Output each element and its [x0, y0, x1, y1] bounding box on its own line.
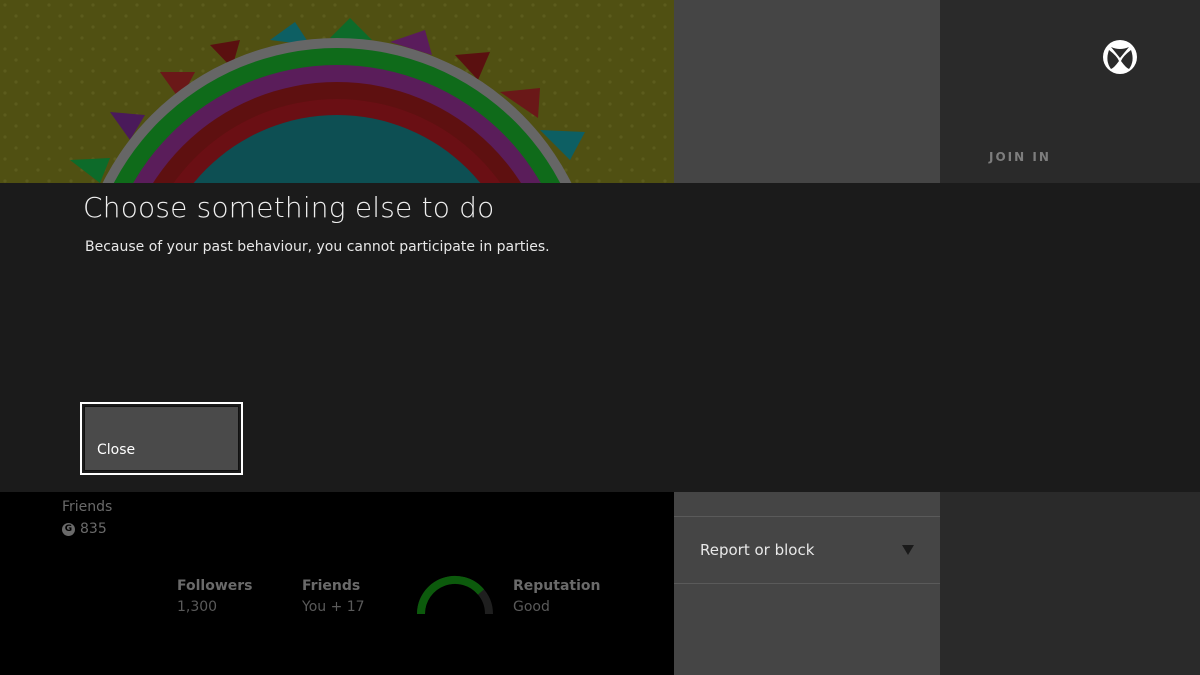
followers-value: 1,300 — [177, 599, 218, 615]
reputation-gauge — [416, 575, 493, 615]
triangle-down-icon — [902, 545, 914, 555]
rainbow-art — [0, 0, 674, 183]
reputation-value: Good — [513, 599, 550, 615]
friends-stat: Friends You + 17 — [302, 578, 365, 615]
gamerscore-icon: G — [62, 522, 75, 536]
followers-label: Followers — [177, 578, 253, 594]
reputation-label: Reputation — [513, 578, 601, 594]
dialog-message: Because of your past behaviour, you cann… — [85, 239, 550, 255]
reputation-stat: Reputation Good — [513, 578, 600, 615]
join-in-heading: JOIN IN — [989, 150, 1051, 164]
gamerscore-value: 835 — [80, 521, 107, 537]
xbox-icon — [1103, 40, 1137, 74]
friends-label: Friends — [302, 578, 361, 594]
friends-value: You + 17 — [302, 599, 365, 615]
report-or-block-label: Report or block — [700, 541, 815, 559]
close-button[interactable]: Close — [80, 402, 243, 475]
profile-banner-art — [0, 0, 674, 183]
report-or-block-button[interactable]: Report or block — [674, 517, 940, 584]
party-restriction-dialog: Choose something else to do Because of y… — [0, 183, 1200, 492]
close-button-face[interactable]: Close — [84, 406, 239, 471]
relationship-label: Friends — [62, 499, 113, 515]
dialog-title: Choose something else to do — [83, 191, 495, 224]
close-button-label: Close — [97, 442, 136, 458]
followers-stat: Followers 1,300 — [177, 578, 253, 615]
gamerscore: G 835 — [62, 521, 107, 537]
